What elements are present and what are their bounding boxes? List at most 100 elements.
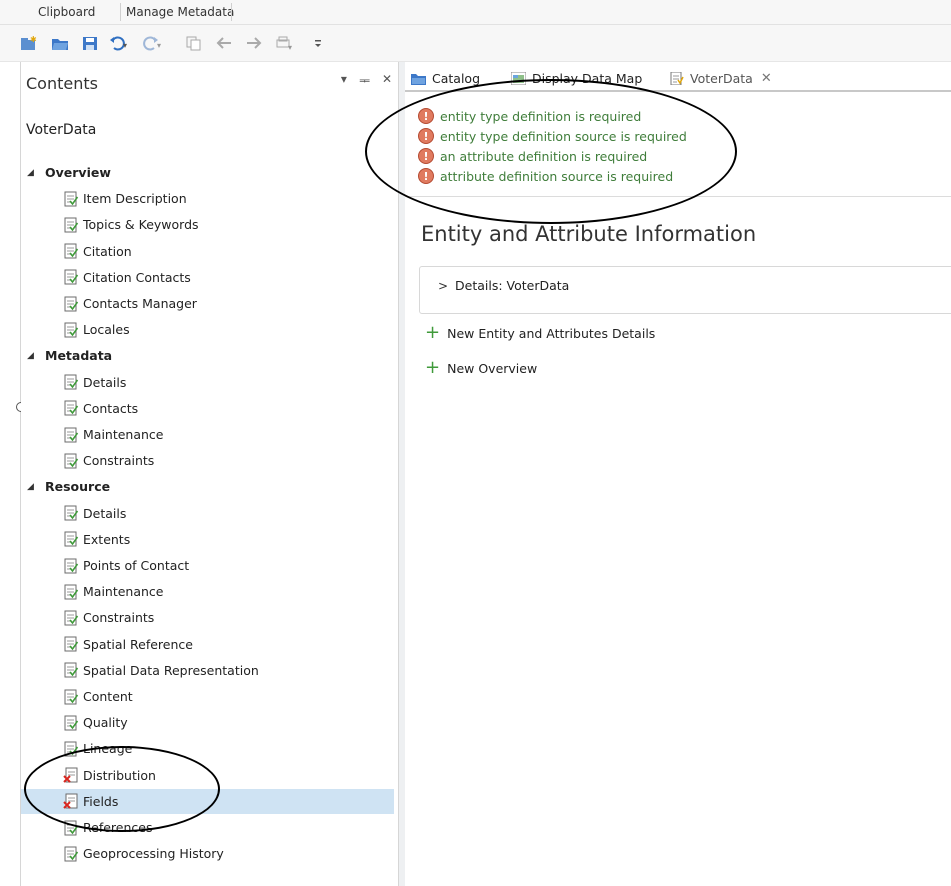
tree-item-details[interactable]: Details <box>21 501 394 526</box>
section-label: Metadata <box>45 348 113 364</box>
contents-title: Contents <box>26 74 98 93</box>
redo-icon[interactable]: ▾ <box>142 33 162 53</box>
valid-page-icon <box>63 505 79 521</box>
issue-item[interactable]: ! entity type definition source is requi… <box>418 126 687 146</box>
tree-item-content[interactable]: Content <box>21 684 394 709</box>
svg-text:✱: ✱ <box>30 35 37 44</box>
quick-access-toolbar: ✱ ▾ ▾ ▾ <box>0 25 951 62</box>
tree-item-label: Citation <box>83 243 132 259</box>
tree-item-extents[interactable]: Extents <box>21 527 394 552</box>
map-icon <box>511 71 526 85</box>
tree-item-label: Details <box>83 374 127 390</box>
tree-item-spatial-reference[interactable]: Spatial Reference <box>21 632 394 657</box>
tab-display-data-map[interactable]: Display Data Map <box>511 66 642 90</box>
pane-close-button[interactable]: ✕ <box>382 72 392 89</box>
tab-label: Catalog <box>432 70 481 86</box>
section-label: Overview <box>45 165 111 180</box>
forward-icon[interactable] <box>244 33 264 53</box>
tree-item-locales[interactable]: Locales <box>21 317 394 342</box>
metadata-doc-icon <box>670 71 684 85</box>
tree-item-topics-keywords[interactable]: Topics & Keywords <box>21 212 394 237</box>
copy-icon[interactable] <box>184 33 204 53</box>
back-icon[interactable] <box>214 33 234 53</box>
details-expander[interactable]: > Details: VoterData <box>419 266 951 314</box>
tree-item-label: Maintenance <box>83 427 164 442</box>
details-label: Details: VoterData <box>455 278 570 293</box>
warning-icon: ! <box>418 148 434 164</box>
collapse-triangle-icon[interactable]: ◢ <box>27 482 39 492</box>
valid-page-icon <box>63 741 79 757</box>
tree-item-label: References <box>83 820 153 835</box>
collapse-triangle-icon[interactable]: ◢ <box>27 168 39 178</box>
pane-splitter[interactable] <box>398 62 405 886</box>
validation-issues: ! entity type definition is required ! e… <box>418 106 687 186</box>
tree-item-details[interactable]: Details <box>21 370 394 395</box>
valid-page-icon <box>63 322 79 338</box>
issue-text: entity type definition source is require… <box>440 128 687 144</box>
save-icon[interactable] <box>80 33 100 53</box>
tree-item-constraints[interactable]: Constraints <box>21 448 394 473</box>
valid-page-icon <box>63 217 79 233</box>
valid-page-icon <box>63 689 79 705</box>
tree-item-fields[interactable]: Fields <box>21 788 394 814</box>
pane-pin-button[interactable]: ᆍ <box>359 72 370 89</box>
tree-item-quality[interactable]: Quality <box>21 710 394 735</box>
customize-icon[interactable] <box>308 33 328 53</box>
valid-page-icon <box>63 531 79 547</box>
tree-item-label: Points of Contact <box>83 558 190 573</box>
tree-item-maintenance[interactable]: Maintenance <box>21 422 394 447</box>
issue-text: entity type definition is required <box>440 108 642 124</box>
valid-page-icon <box>63 296 79 312</box>
tab-voterdata[interactable]: VoterData ✕ <box>669 66 772 90</box>
tree-item-constraints[interactable]: Constraints <box>21 605 394 630</box>
tree-item-label: Geoprocessing History <box>83 846 224 862</box>
tree-item-label: Details <box>83 505 127 521</box>
tree-item-points-of-contact[interactable]: Points of Contact <box>21 553 394 578</box>
tree-item-contacts-manager[interactable]: Contacts Manager <box>21 291 394 316</box>
valid-page-icon <box>63 191 79 207</box>
new-overview-button[interactable]: + New Overview <box>425 359 537 377</box>
tree-item-citation[interactable]: Citation <box>21 239 394 264</box>
tab-label: VoterData <box>690 70 753 86</box>
open-icon[interactable] <box>50 33 70 53</box>
valid-page-icon <box>63 662 79 678</box>
section-label: Resource <box>45 479 111 495</box>
valid-page-icon <box>63 610 79 626</box>
tree-item-references[interactable]: References <box>21 815 394 840</box>
print-icon[interactable]: ▾ <box>274 33 294 53</box>
issue-item[interactable]: ! an attribute definition is required <box>418 146 687 166</box>
section-resource[interactable]: ◢ Resource <box>21 474 394 499</box>
section-metadata[interactable]: ◢ Metadata <box>21 343 394 368</box>
tree-item-contacts[interactable]: Contacts <box>21 396 394 421</box>
valid-page-icon <box>63 715 79 731</box>
valid-page-icon <box>63 558 79 574</box>
section-overview[interactable]: ◢ Overview <box>21 160 394 185</box>
tree-item-citation-contacts[interactable]: Citation Contacts <box>21 265 394 290</box>
warning-icon: ! <box>418 168 434 184</box>
tree-item-lineage[interactable]: Lineage <box>21 736 394 761</box>
issue-item[interactable]: ! attribute definition source is require… <box>418 166 687 186</box>
issue-item[interactable]: ! entity type definition is required <box>418 106 687 126</box>
issue-text: attribute definition source is required <box>440 168 674 184</box>
valid-page-icon <box>63 584 79 600</box>
tree-item-label: Distribution <box>83 767 156 783</box>
error-page-icon <box>63 793 79 810</box>
pane-menu-button[interactable]: ▾ <box>341 72 347 89</box>
new-entity-attributes-button[interactable]: + New Entity and Attributes Details <box>425 324 655 342</box>
valid-page-icon <box>63 400 79 416</box>
tree-item-maintenance[interactable]: Maintenance <box>21 579 394 604</box>
tree-item-label: Lineage <box>83 741 133 757</box>
tree-item-geoprocessing-history[interactable]: Geoprocessing History <box>21 841 394 866</box>
undo-icon[interactable]: ▾ <box>108 33 128 53</box>
tree-item-label: Topics & Keywords <box>83 217 199 233</box>
new-icon[interactable]: ✱ <box>18 33 38 53</box>
ribbon-separator <box>231 3 232 21</box>
tree-item-item-description[interactable]: Item Description <box>21 186 394 211</box>
tree-item-spatial-data-representation[interactable]: Spatial Data Representation <box>21 658 394 683</box>
close-icon[interactable]: ✕ <box>761 71 772 86</box>
chevron-right-icon[interactable]: > <box>438 279 448 293</box>
tab-catalog[interactable]: Catalog <box>411 66 480 90</box>
tree-item-distribution[interactable]: Distribution <box>21 763 394 788</box>
tree-item-label: Spatial Reference <box>83 636 193 652</box>
collapse-triangle-icon[interactable]: ◢ <box>27 351 39 361</box>
